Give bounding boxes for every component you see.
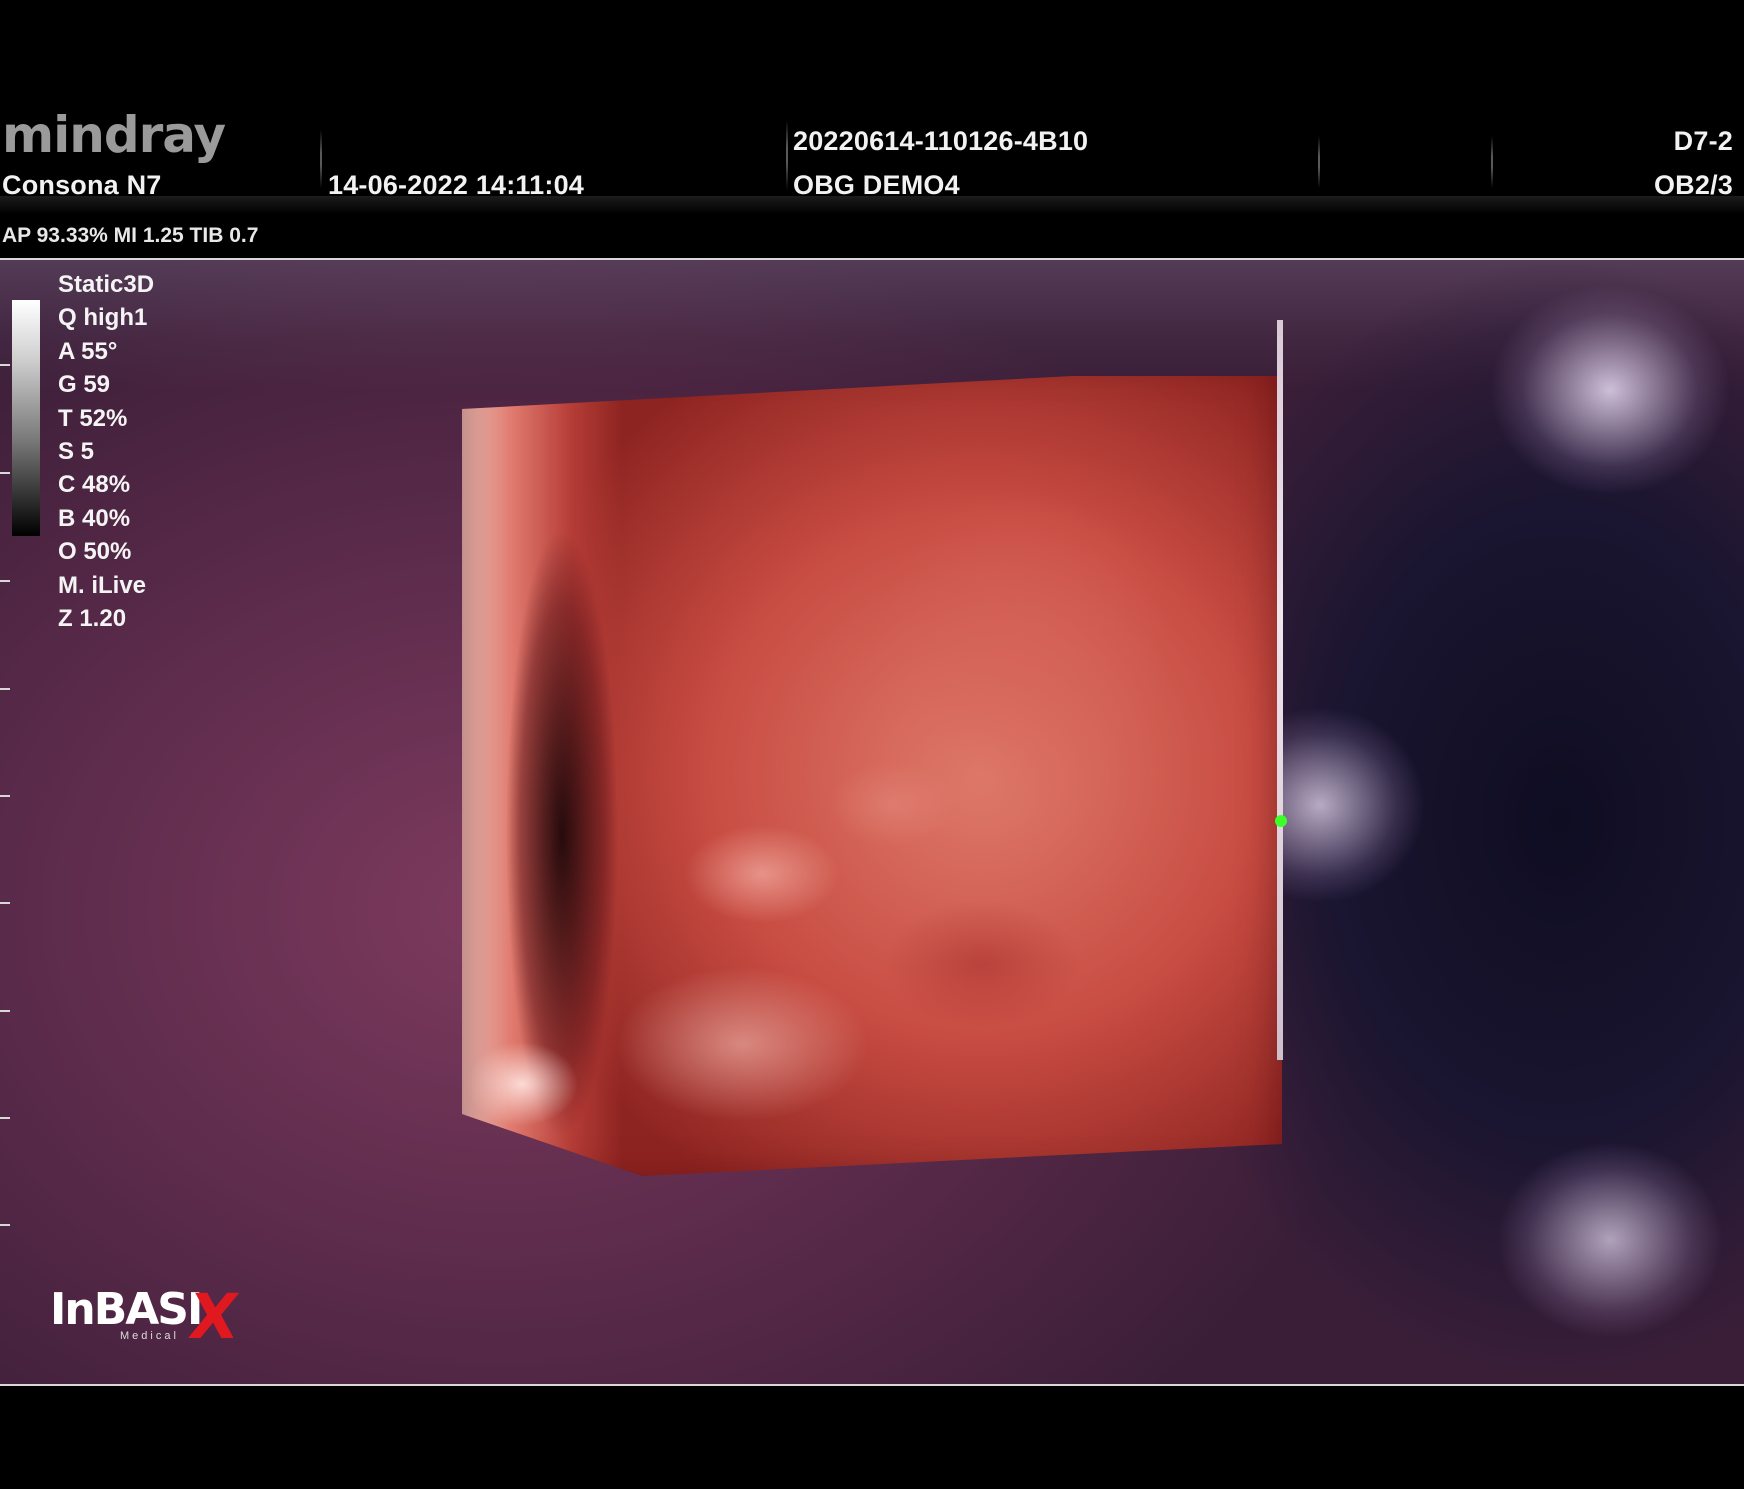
exam-id: 20220614-110126-4B10 [793,126,1089,156]
depth-tick [0,1224,10,1226]
rotation-marker[interactable] [1275,815,1287,827]
param-angle: A 55° [58,337,118,365]
imaging-parameters: Static3D Q high1 A 55° G 59 T 52% S 5 C … [58,268,154,635]
param-quality: Q high1 [58,304,148,332]
acoustic-output-readout: AP 93.33% MI 1.25 TIB 0.7 [2,224,259,247]
param-mode: Static3D [58,271,155,298]
param-render-mode: M. iLive [58,571,147,599]
param-contrast: C 48% [58,471,131,499]
depth-tick [0,688,10,690]
param-threshold: T 52% [58,404,128,432]
depth-tick [0,902,10,904]
param-brightness: B 40% [58,504,131,532]
header-divider [786,120,788,190]
param-opacity: O 50% [58,538,132,566]
header-divider [320,130,322,188]
depth-tick [0,364,10,366]
depth-tick [0,1117,10,1119]
watermark-subtext: Medical [120,1330,179,1342]
depth-tick [0,580,10,582]
header-divider [1318,136,1320,188]
param-gain: G 59 [58,371,111,399]
grayscale-bar [12,300,40,536]
depth-tick [0,1010,10,1012]
ultrasound-3d-viewport[interactable]: Static3D Q high1 A 55° G 59 T 52% S 5 C … [0,258,1744,1386]
depth-tick [0,472,10,474]
watermark-x-mark: X [184,1280,243,1353]
probe-name: D7-2 [1673,126,1733,156]
param-zoom: Z 1.20 [58,605,127,633]
watermark-text: InBASI [50,1284,203,1335]
volume-box-edge [1277,320,1283,1060]
fetal-face-render[interactable] [462,376,1282,1176]
header-shade [0,196,1744,214]
param-smooth: S 5 [58,438,95,466]
header-divider [1491,136,1493,188]
mindray-logo: mindray [2,106,226,164]
depth-tick [0,795,10,797]
inbasix-watermark: InBASI X Medical [50,1280,243,1353]
